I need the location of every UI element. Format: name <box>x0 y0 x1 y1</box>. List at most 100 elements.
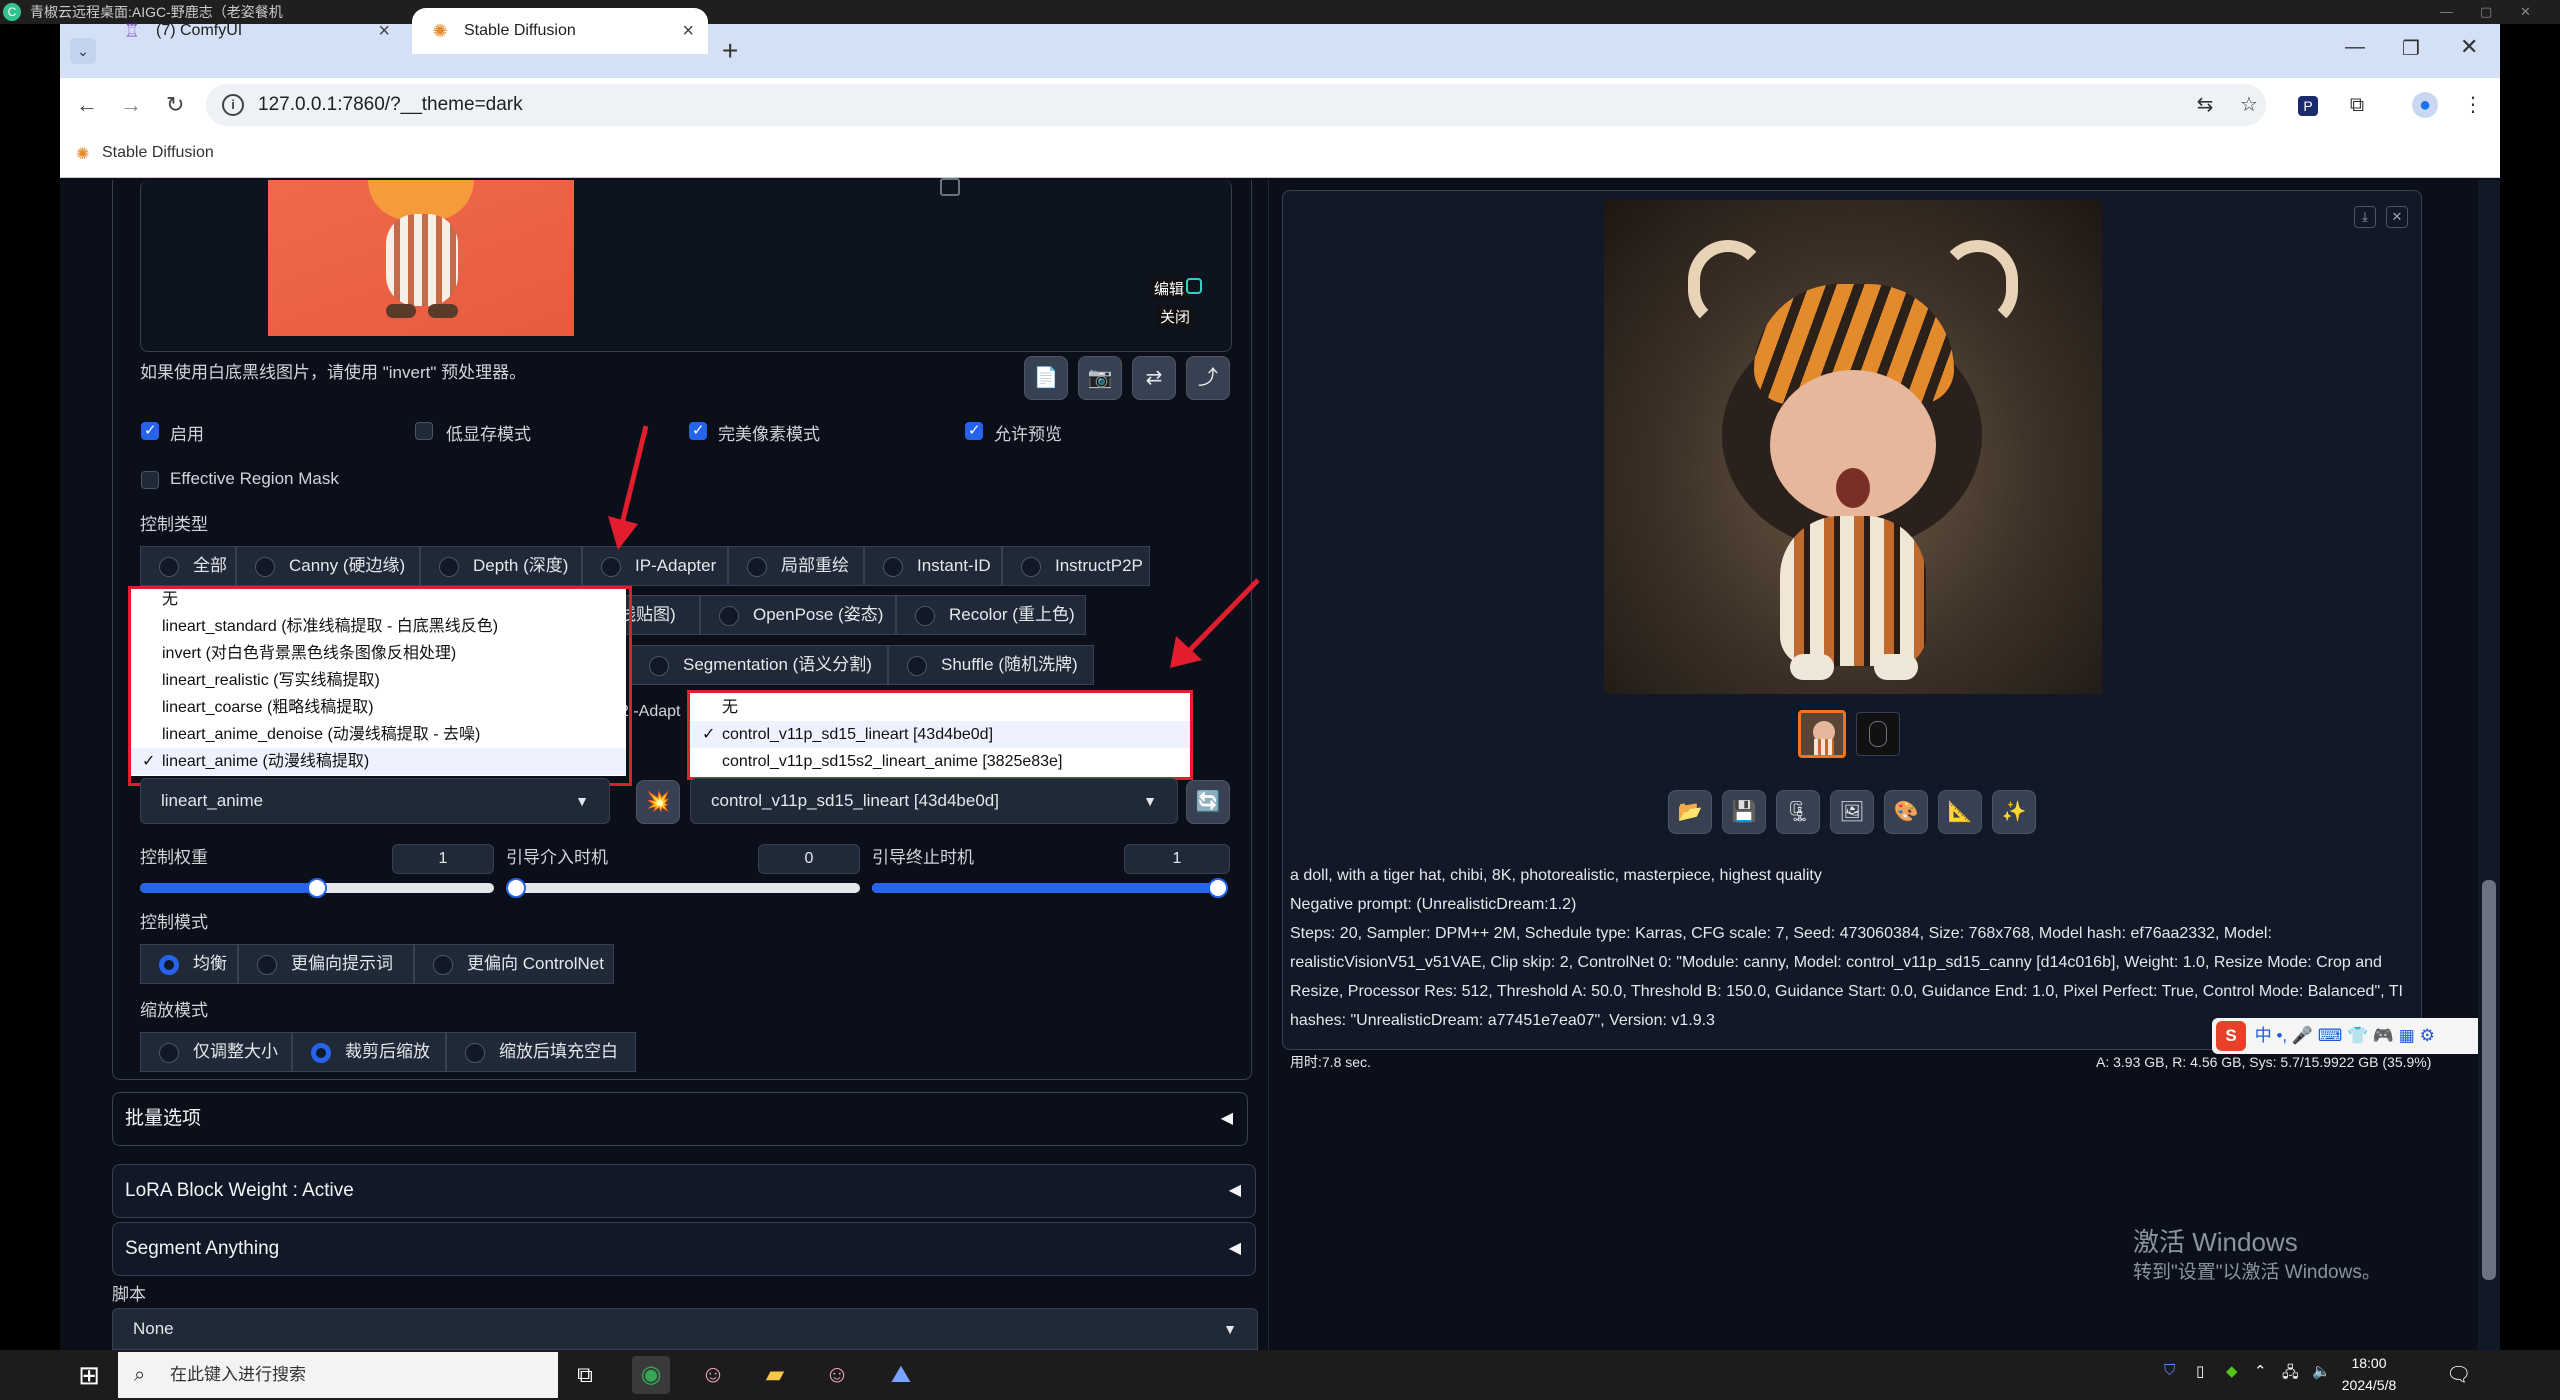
gallery-thumb-preprocessed[interactable] <box>1856 712 1900 756</box>
open-folder-button[interactable]: 📂 <box>1668 790 1712 834</box>
run-preprocessor-button[interactable]: 💥 <box>636 780 680 824</box>
new-tab-button[interactable]: + <box>722 34 738 68</box>
start-step-input[interactable]: 0 <box>758 844 860 874</box>
end-step-slider[interactable] <box>872 878 1228 898</box>
profile-avatar-icon[interactable]: ● <box>2412 92 2438 118</box>
app-avatar-taskbar-icon[interactable]: ☺ <box>694 1356 732 1394</box>
network-tray-icon[interactable]: 🖧 <box>2282 1362 2299 1387</box>
pixel-perfect-checkbox[interactable] <box>689 421 707 440</box>
control-type-recolor[interactable]: Recolor (重上色) <box>896 595 1086 635</box>
bookmark-star-icon[interactable]: ☆ <box>2236 92 2262 118</box>
photos-taskbar-icon[interactable]: ⛰ <box>882 1356 920 1394</box>
windows-start-icon[interactable]: ⊞ <box>70 1356 108 1394</box>
control-type-canny[interactable]: Canny (硬边缘) <box>236 546 420 586</box>
extensions-puzzle-icon[interactable]: ⧉ <box>2344 92 2370 118</box>
preprocessor-option-lineart-realistic[interactable]: lineart_realistic (写实线稿提取) <box>130 667 626 694</box>
translate-icon[interactable]: ⇆ <box>2192 92 2218 118</box>
rd-restore-icon[interactable]: ▢ <box>2480 0 2492 24</box>
security-tray-icon[interactable]: ⛉ <box>2164 1362 2175 1379</box>
webcam-button[interactable]: 📷 <box>1078 356 1122 400</box>
tab-comfyui[interactable]: ♖ (7) ComfyUI × <box>104 8 404 54</box>
zip-button[interactable]: 🗜 <box>1776 790 1820 834</box>
enable-checkbox[interactable] <box>141 421 159 440</box>
site-info-icon[interactable]: i <box>222 94 244 116</box>
download-icon[interactable]: ⤓ <box>2354 206 2376 228</box>
model-option-none[interactable]: 无 <box>690 694 1190 721</box>
preprocessor-option-lineart-coarse[interactable]: lineart_coarse (粗略线稿提取) <box>130 694 626 721</box>
preprocessor-option-lineart-anime-denoise[interactable]: lineart_anime_denoise (动漫线稿提取 - 去噪) <box>130 721 626 748</box>
slider-handle[interactable] <box>506 878 526 898</box>
control-type-openpose[interactable]: OpenPose (姿态) <box>700 595 896 635</box>
control-type-depth[interactable]: Depth (深度) <box>420 546 582 586</box>
extension-p-icon[interactable]: P <box>2298 96 2318 116</box>
resize-mode-crop-resize[interactable]: 裁剪后缩放 <box>292 1032 446 1072</box>
rd-close-icon[interactable]: ✕ <box>2520 0 2531 24</box>
page-scrollbar[interactable] <box>2478 180 2500 1350</box>
usb-tray-icon[interactable]: ▯ <box>2196 1362 2204 1380</box>
preprocessor-option-none[interactable]: 无 <box>130 586 626 613</box>
control-type-instant-id[interactable]: Instant-ID <box>864 546 1002 586</box>
effective-region-mask-checkbox[interactable] <box>141 471 159 489</box>
app-avatar2-taskbar-icon[interactable]: ☺ <box>818 1356 856 1394</box>
file-explorer-taskbar-icon[interactable]: ▰ <box>756 1356 794 1394</box>
edit-icon[interactable] <box>1186 278 1202 294</box>
window-minimize-icon[interactable]: — <box>2345 36 2365 59</box>
control-type-t2i-adapter-partial[interactable]: 2I-Adapt <box>620 703 680 721</box>
taskbar-clock[interactable]: 18:00 2024/5/8 <box>2336 1352 2402 1396</box>
lora-block-weight-accordion[interactable]: LoRA Block Weight : Active ◀ <box>112 1164 1256 1218</box>
control-type-ip-adapter[interactable]: IP-Adapter <box>582 546 728 586</box>
scrollbar-thumb[interactable] <box>2482 880 2496 1280</box>
edit-label[interactable]: 编辑 <box>1150 278 1189 299</box>
preprocessor-select[interactable]: lineart_anime ▼ <box>140 778 610 824</box>
allow-preview-checkbox[interactable] <box>965 421 983 440</box>
script-select[interactable]: None ▼ <box>112 1308 1258 1350</box>
segment-anything-accordion[interactable]: Segment Anything ◀ <box>112 1222 1256 1276</box>
forward-icon[interactable]: → <box>120 92 142 118</box>
resize-mode-resize-fill[interactable]: 缩放后填充空白 <box>446 1032 636 1072</box>
model-option-sd15-lineart[interactable]: control_v11p_sd15_lineart [43d4be0d] <box>690 721 1190 748</box>
generated-image[interactable] <box>1604 200 2102 694</box>
close-gallery-icon[interactable]: ✕ <box>2386 206 2408 228</box>
tab-search-chevron-icon[interactable]: ⌄ <box>70 38 96 64</box>
refresh-models-button[interactable]: 🔄 <box>1186 780 1230 824</box>
notifications-icon[interactable]: 🗨 <box>2446 1362 2471 1387</box>
model-option-sd15s2-lineart-anime[interactable]: control_v11p_sd15s2_lineart_anime [3825e… <box>690 748 1190 775</box>
bookmark-stable-diffusion[interactable]: Stable Diffusion <box>102 144 214 162</box>
window-close-icon[interactable]: ✕ <box>2460 34 2478 60</box>
close-tab-icon[interactable]: × <box>682 8 694 54</box>
slider-handle[interactable] <box>1208 878 1228 898</box>
close-label[interactable]: 关闭 <box>1156 306 1195 327</box>
address-bar[interactable]: i 127.0.0.1:7860/?__theme=dark <box>206 84 2266 126</box>
mirror-webcam-button[interactable]: ⇄ <box>1132 356 1176 400</box>
new-canvas-button[interactable]: 📄 <box>1024 356 1068 400</box>
control-mode-balanced[interactable]: 均衡 <box>140 944 238 984</box>
tab-stable-diffusion[interactable]: ✺ Stable Diffusion × <box>412 8 708 54</box>
preprocessor-option-lineart-anime[interactable]: lineart_anime (动漫线稿提取) <box>130 748 626 775</box>
send-to-inpaint-button[interactable]: 🎨 <box>1884 790 1928 834</box>
send-to-img2img-button[interactable]: 🖼 <box>1830 790 1874 834</box>
control-type-shuffle[interactable]: Shuffle (随机洗牌) <box>888 645 1094 685</box>
control-type-segmentation[interactable]: Segmentation (语义分割) <box>630 645 888 685</box>
model-select[interactable]: control_v11p_sd15_lineart [43d4be0d] ▼ <box>690 778 1178 824</box>
upscale-button[interactable]: ✨ <box>1992 790 2036 834</box>
rd-minimize-icon[interactable]: — <box>2440 0 2453 24</box>
control-weight-slider[interactable] <box>140 878 494 898</box>
control-mode-prompt[interactable]: 更偏向提示词 <box>238 944 414 984</box>
app-tray-icon[interactable]: ◆ <box>2226 1362 2238 1380</box>
chrome-taskbar-icon[interactable]: ◉ <box>632 1356 670 1394</box>
window-restore-icon[interactable]: ❐ <box>2402 36 2420 61</box>
control-type-inpaint[interactable]: 局部重绘 <box>728 546 864 586</box>
control-type-all[interactable]: 全部 <box>140 546 236 586</box>
task-view-icon[interactable]: ⧉ <box>566 1356 604 1394</box>
taskbar-chevron-up-icon[interactable]: ⌃ <box>2254 1362 2267 1380</box>
send-to-extras-button[interactable]: 📐 <box>1938 790 1982 834</box>
back-icon[interactable]: ← <box>76 92 98 118</box>
taskbar-search[interactable]: ⌕ 在此键入进行搜索 <box>118 1352 558 1398</box>
ime-toolbar[interactable]: S 中 •, 🎤 ⌨ 👕 🎮 ▦ ⚙ <box>2212 1018 2492 1054</box>
resize-mode-just-resize[interactable]: 仅调整大小 <box>140 1032 292 1072</box>
control-type-instructp2p[interactable]: InstructP2P <box>1002 546 1150 586</box>
save-button[interactable]: 💾 <box>1722 790 1766 834</box>
start-step-slider[interactable] <box>506 878 860 898</box>
low-vram-checkbox[interactable] <box>415 422 433 440</box>
close-tab-icon[interactable]: × <box>378 8 390 54</box>
